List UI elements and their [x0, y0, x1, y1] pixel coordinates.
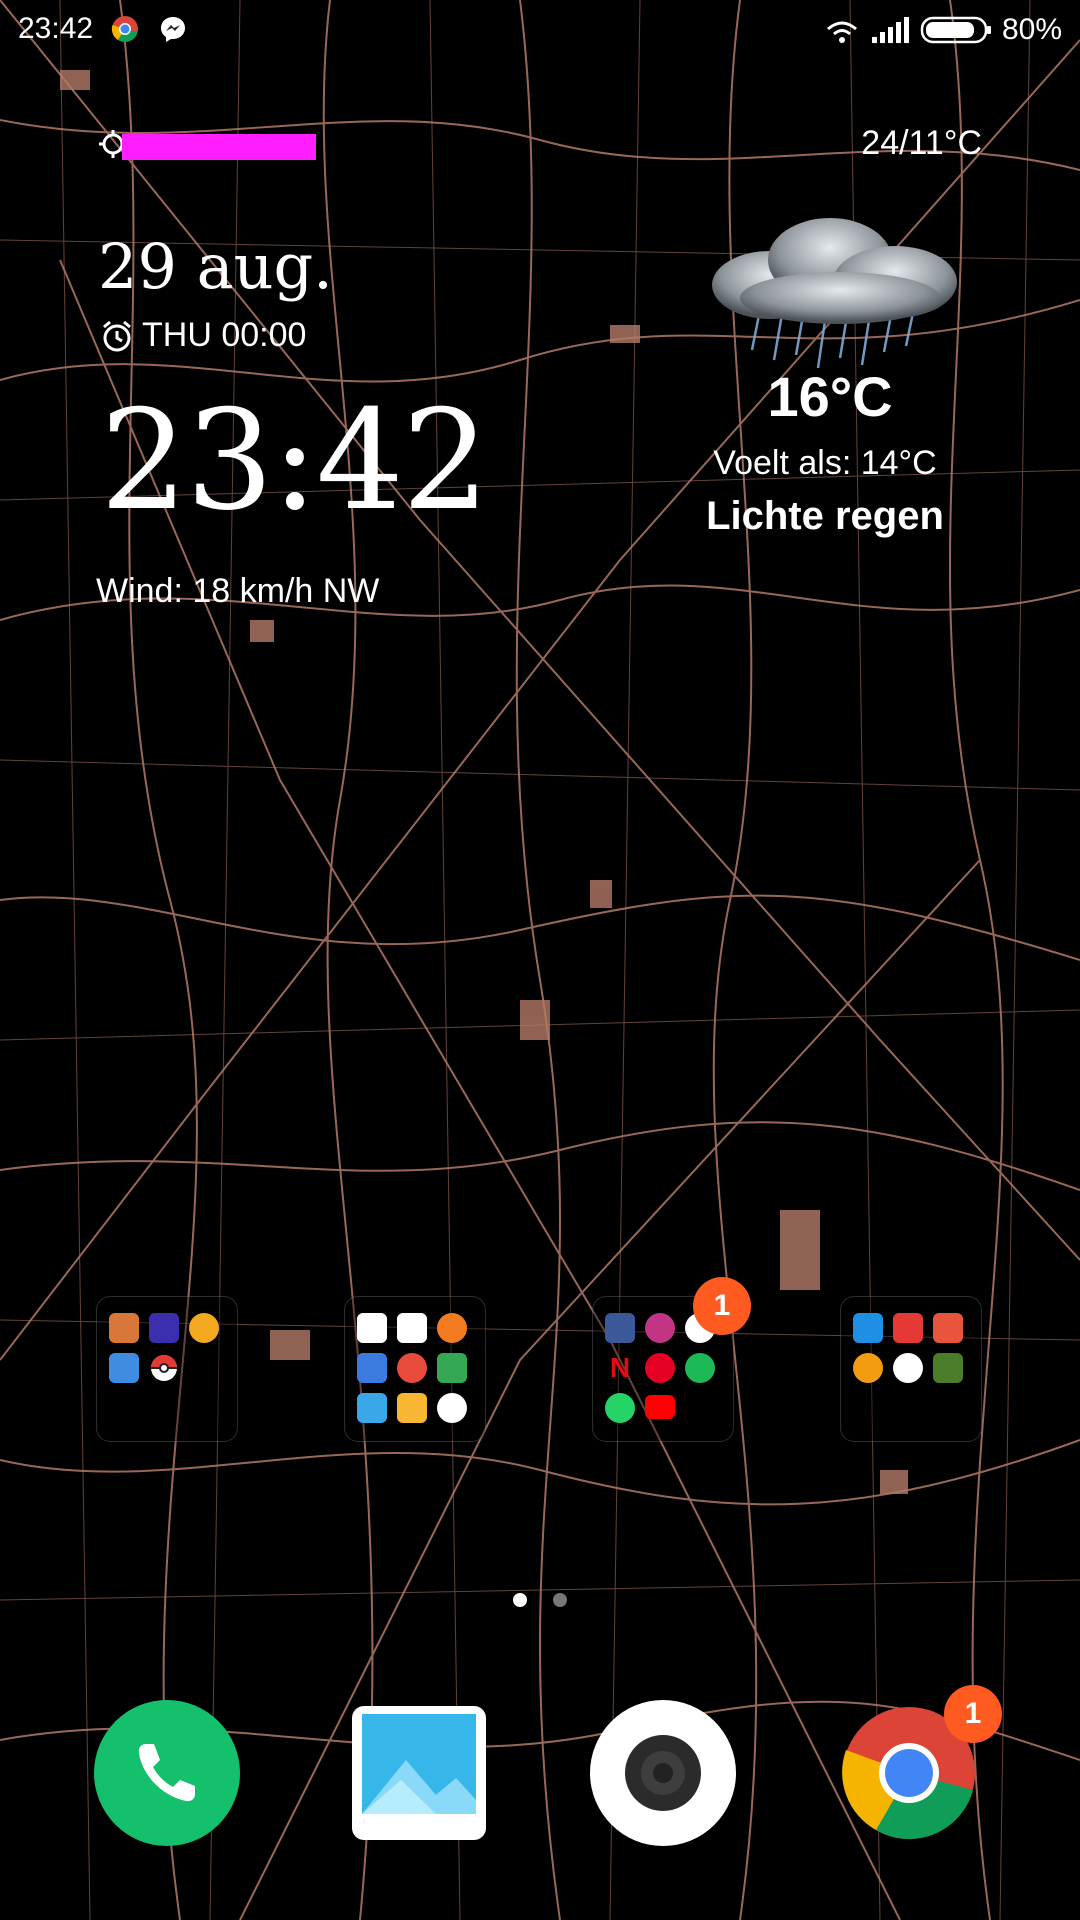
lifesaver-icon	[397, 1353, 427, 1383]
netflix-icon: N	[609, 1352, 631, 1383]
hand-icon	[853, 1353, 883, 1383]
wind-info: Wind: 18 km/h NW	[96, 572, 380, 610]
equals-icon	[437, 1313, 467, 1343]
current-temperature: 16°C	[767, 365, 893, 428]
page-dot	[553, 1593, 567, 1607]
weather-condition: Lichte regen	[706, 494, 944, 538]
mcdonalds-icon	[933, 1353, 963, 1383]
next-alarm[interactable]: THU 00:00	[100, 316, 306, 355]
whatsapp-icon	[605, 1393, 635, 1423]
social-folder-badge: 1	[693, 1277, 751, 1335]
social-folder[interactable]: N 1	[592, 1277, 751, 1442]
brand-icon	[893, 1353, 923, 1383]
chrome-badge: 1	[944, 1685, 1002, 1743]
widget-clock[interactable]: 23:42	[100, 380, 490, 541]
alarm-clock-icon	[103, 320, 131, 351]
games-folder[interactable]	[96, 1296, 238, 1442]
signal-icon	[871, 17, 909, 43]
camera-icon[interactable]	[590, 1700, 736, 1846]
tools-folder[interactable]	[344, 1296, 486, 1442]
messenger-icon	[161, 17, 185, 42]
wifi-icon	[826, 21, 857, 43]
page-dot-active	[513, 1593, 527, 1607]
youtube-icon	[645, 1395, 675, 1419]
shopping-folder[interactable]	[840, 1296, 982, 1442]
chrome-icon	[111, 16, 138, 42]
nos-icon	[437, 1393, 467, 1423]
calculator-icon	[357, 1313, 387, 1343]
temp-range: 24/11°C	[861, 124, 982, 162]
compass-icon	[397, 1313, 427, 1343]
game-3-icon	[189, 1313, 219, 1343]
pokeball-icon	[151, 1355, 177, 1381]
mailbox-icon	[933, 1313, 963, 1343]
spotify-icon	[685, 1353, 715, 1383]
mail-icon	[357, 1393, 387, 1423]
status-time: 23:42	[18, 12, 94, 45]
phone-icon[interactable]	[94, 1700, 240, 1846]
game-4-icon	[109, 1353, 139, 1383]
game-1-icon	[109, 1313, 139, 1343]
notes-icon	[397, 1393, 427, 1423]
alarm-text: THU 00:00	[142, 316, 307, 354]
discount-icon	[893, 1313, 923, 1343]
battery-icon	[920, 16, 991, 44]
battery-percent: 80%	[1001, 13, 1062, 46]
maps-icon	[437, 1353, 467, 1383]
status-bar: 23:42 80%	[0, 0, 1080, 62]
instagram-icon	[645, 1313, 675, 1343]
redacted-location-label	[122, 134, 316, 160]
gallery-icon[interactable]	[346, 1700, 492, 1846]
appie-icon	[853, 1313, 883, 1343]
rain-cloud-icon	[712, 218, 957, 369]
feels-like: Voelt als: 14°C	[713, 444, 937, 482]
pinterest-icon	[645, 1353, 675, 1383]
game-2-icon	[149, 1313, 179, 1343]
facebook-icon	[605, 1313, 635, 1343]
widget-date: 29 aug.	[98, 230, 333, 303]
calendar-icon	[357, 1353, 387, 1383]
